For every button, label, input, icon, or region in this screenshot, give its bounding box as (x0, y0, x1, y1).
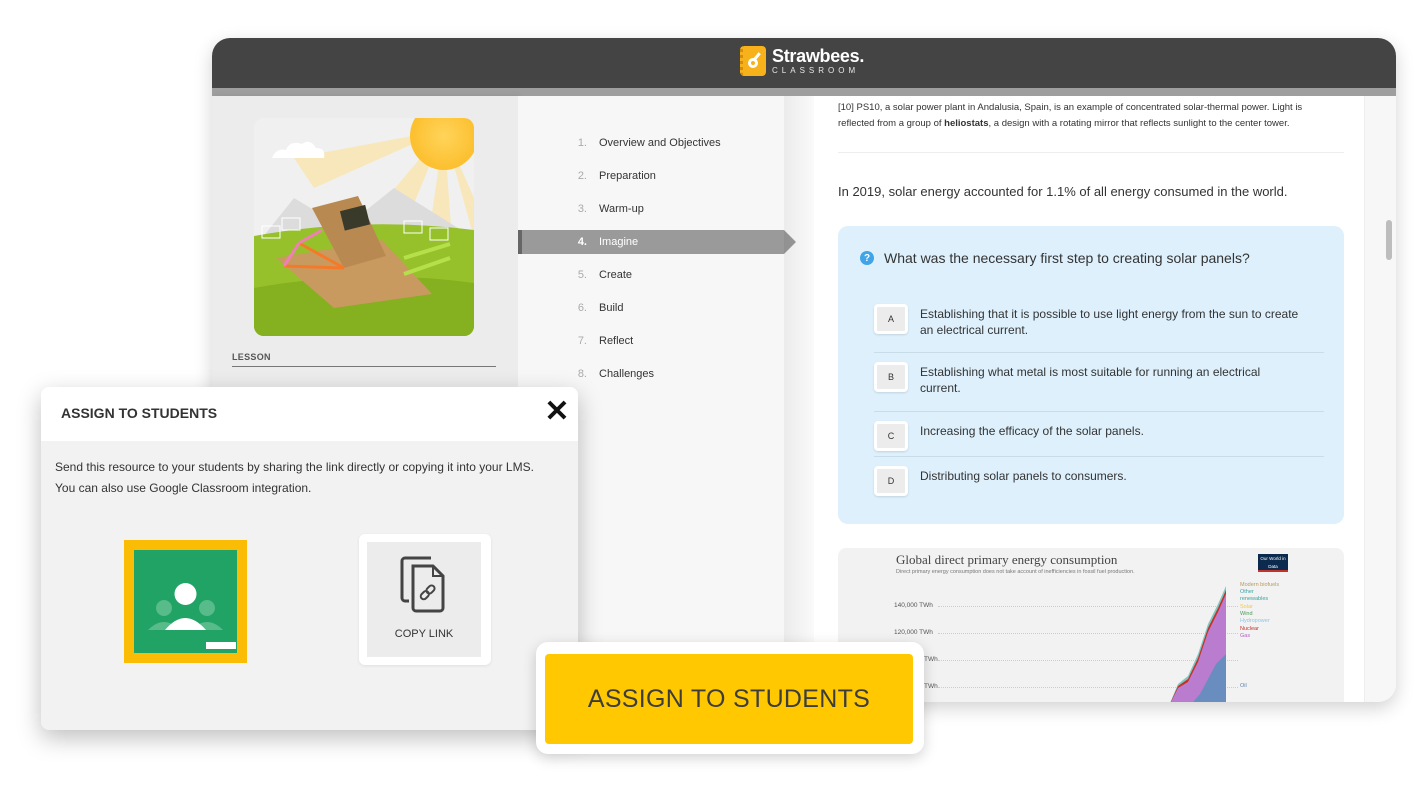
modal-header: ASSIGN TO STUDENTS ✕ (41, 387, 578, 441)
top-bar-strip (212, 88, 1396, 96)
toc-item-challenges[interactable]: 8. Challenges (518, 362, 784, 386)
lesson-content: [10] PS10, a solar power plant in Andalu… (814, 96, 1364, 702)
content-scrollbar[interactable] (1364, 96, 1396, 702)
quiz-option-c[interactable]: C Increasing the efficacy of the solar p… (874, 421, 1324, 451)
strawbees-key-icon (740, 46, 766, 76)
toc-shadow (784, 96, 814, 702)
toc-number: 1. (577, 137, 587, 149)
toc-label: Warm-up (599, 203, 644, 215)
copy-link-button[interactable]: COPY LINK (359, 534, 491, 665)
legend-item: Hydropower (1240, 618, 1270, 624)
option-text: Distributing solar panels to consumers. (920, 469, 1127, 483)
toc-number: 6. (577, 302, 587, 314)
stat-paragraph: In 2019, solar energy accounted for 1.1%… (838, 184, 1288, 199)
lesson-image[interactable] (254, 118, 474, 336)
toc-number: 8. (577, 368, 587, 380)
quiz-option-a[interactable]: A Establishing that it is possible to us… (874, 304, 1324, 338)
stage: Strawbees. CLASSROOM LESSON 1. Overview … (0, 0, 1422, 799)
stacked-area-graphic (1170, 586, 1226, 702)
option-divider (874, 456, 1324, 457)
legend-item: Wind (1240, 611, 1253, 617)
y-tick-label: 140,000 TWh (894, 602, 933, 609)
scrollbar-thumb[interactable] (1386, 220, 1392, 260)
option-key-button[interactable]: C (874, 421, 908, 451)
legend-item: Solar (1240, 604, 1253, 610)
lesson-label: LESSON (232, 352, 271, 362)
chart-subtitle: Direct primary energy consumption does n… (896, 569, 1135, 575)
modal-title: ASSIGN TO STUDENTS (61, 405, 218, 421)
y-tick-label: TWh (924, 683, 938, 690)
google-classroom-icon (134, 550, 237, 653)
brand-name: Strawbees. (772, 46, 865, 66)
y-tick-label: 120,000 TWh (894, 629, 933, 636)
toc-item-imagine[interactable]: 4. Imagine (518, 230, 796, 254)
quiz-option-b[interactable]: B Establishing what metal is most suitab… (874, 362, 1324, 396)
toc-item-reflect[interactable]: 7. Reflect (518, 329, 784, 353)
assign-modal: ASSIGN TO STUDENTS ✕ Send this resource … (41, 387, 578, 730)
lesson-divider (232, 366, 496, 367)
legend-item: Nuclear (1240, 626, 1259, 632)
toc-label: Reflect (599, 335, 634, 347)
brand-subtitle: CLASSROOM (772, 66, 860, 75)
toc-number: 7. (577, 335, 587, 347)
modal-description-line: Send this resource to your students by s… (55, 460, 534, 474)
toc-label: Overview and Objectives (599, 137, 721, 149)
footnote-keyword: heliostats (944, 118, 989, 129)
toc-number: 3. (577, 203, 587, 215)
toc-label: Preparation (599, 170, 656, 182)
legend-item: Oil (1240, 683, 1247, 689)
question-circle-icon: ? (860, 251, 874, 265)
legend-item: Other (1240, 589, 1254, 595)
legend-item: Modern biofuels (1240, 582, 1280, 588)
option-text: Establishing that it is possible to use … (920, 307, 1299, 337)
toc-item-create[interactable]: 5. Create (518, 263, 784, 287)
chart-title: Global direct primary energy consumption (896, 552, 1118, 567)
toc-item-build[interactable]: 6. Build (518, 296, 784, 320)
legend-item: Gas (1240, 633, 1251, 639)
question-text: What was the necessary first step to cre… (884, 250, 1250, 266)
toc-item-preparation[interactable]: 2. Preparation (518, 164, 784, 188)
option-text: Establishing what metal is most suitable… (920, 365, 1261, 395)
quiz-option-d[interactable]: D Distributing solar panels to consumers… (874, 466, 1324, 496)
google-classroom-button[interactable] (124, 540, 247, 663)
toc-number: 5. (577, 269, 587, 281)
option-text: Increasing the efficacy of the solar pan… (920, 424, 1144, 438)
toc-item-overview[interactable]: 1. Overview and Objectives (518, 131, 784, 155)
footnote-divider (838, 152, 1344, 153)
copy-link-icon (400, 556, 445, 613)
cta-container: ASSIGN TO STUDENTS (536, 642, 924, 754)
modal-description: Send this resource to your students by s… (55, 457, 565, 499)
y-tick-label: TWh (924, 656, 938, 663)
copy-link-label: COPY LINK (394, 628, 454, 640)
close-icon[interactable]: ✕ (544, 397, 570, 427)
top-bar: Strawbees. CLASSROOM (212, 38, 1396, 88)
quiz-card: ? What was the necessary first step to c… (838, 226, 1344, 524)
legend-item: renewables (1240, 596, 1269, 602)
option-divider (874, 352, 1324, 353)
strawbees-logo[interactable]: Strawbees. CLASSROOM (740, 46, 864, 76)
toc-label: Create (599, 269, 633, 281)
toc-number: 4. (577, 236, 587, 248)
option-key-button[interactable]: D (874, 466, 908, 496)
option-divider (874, 411, 1324, 412)
quiz-question: ? What was the necessary first step to c… (860, 250, 1250, 266)
option-key-button[interactable]: A (874, 304, 908, 334)
toc-label: Challenges (599, 368, 655, 380)
modal-description-line: You can also use Google Classroom integr… (55, 481, 312, 495)
toc-label: Imagine (599, 236, 639, 248)
toc-number: 2. (577, 170, 587, 182)
assign-to-students-button[interactable]: ASSIGN TO STUDENTS (545, 654, 913, 744)
footnote: [10] PS10, a solar power plant in Andalu… (838, 102, 1303, 129)
toc-label: Build (599, 302, 624, 314)
toc-item-warm-up[interactable]: 3. Warm-up (518, 197, 784, 221)
option-key-button[interactable]: B (874, 362, 908, 392)
owid-logo: Our World in Data (1258, 554, 1288, 572)
